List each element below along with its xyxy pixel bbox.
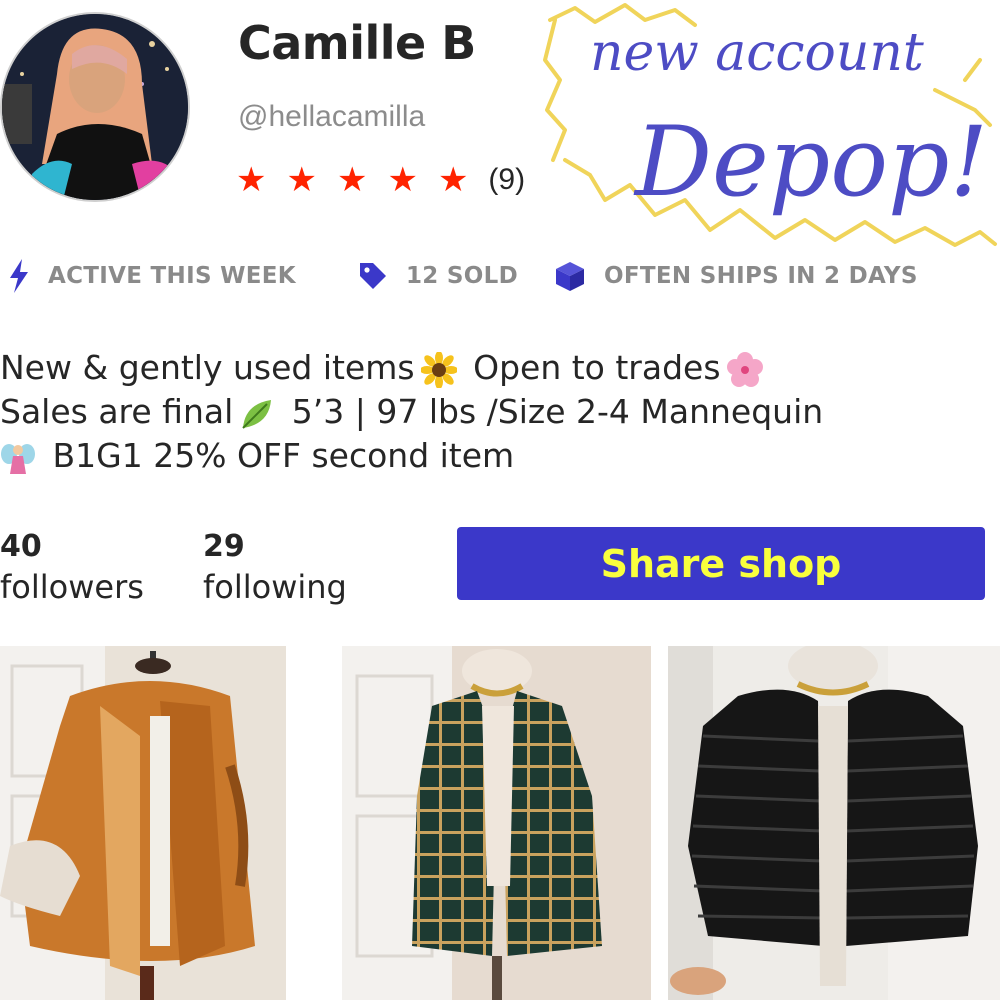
bio-text: 5’3 | 97 lbs /Size 2-4 Mannequin bbox=[291, 392, 824, 431]
cherry-blossom-emoji bbox=[726, 351, 763, 387]
profile-avatar[interactable] bbox=[0, 12, 190, 202]
badge-shipping-label: OFTEN SHIPS IN 2 DAYS bbox=[604, 263, 918, 289]
profile-handle: @hellacamilla bbox=[238, 100, 426, 133]
product-tile[interactable] bbox=[342, 646, 651, 1000]
bio-text: Sales are final bbox=[0, 392, 234, 431]
bio-text: Open to trades bbox=[473, 348, 721, 387]
tag-icon bbox=[360, 263, 386, 289]
badge-shipping: OFTEN SHIPS IN 2 DAYS bbox=[554, 256, 918, 296]
avatar-photo bbox=[2, 14, 188, 200]
profile-name: Camille B bbox=[238, 16, 476, 70]
badge-active-label: ACTIVE THIS WEEK bbox=[48, 263, 296, 289]
lightning-icon bbox=[10, 259, 28, 293]
leaf-emoji bbox=[242, 399, 272, 429]
following-stat[interactable]: 29 following bbox=[203, 530, 347, 610]
sticker-line-1: new account bbox=[590, 23, 924, 83]
followers-stat[interactable]: 40 followers bbox=[0, 530, 144, 610]
rating-count: (9) bbox=[488, 163, 526, 196]
bio-line: New & gently used items Open to trades bbox=[0, 346, 1000, 390]
followers-label: followers bbox=[0, 568, 144, 606]
star-icon: ★ bbox=[236, 161, 267, 199]
badge-sold: 12 SOLD bbox=[358, 256, 518, 296]
badge-active: ACTIVE THIS WEEK bbox=[8, 256, 296, 296]
bio-text: New & gently used items bbox=[0, 348, 415, 387]
share-shop-button[interactable]: Share shop bbox=[457, 527, 985, 600]
following-count: 29 bbox=[203, 529, 245, 564]
star-icon: ★ bbox=[437, 161, 469, 199]
badge-sold-label: 12 SOLD bbox=[406, 263, 518, 289]
seller-badges: ACTIVE THIS WEEK 12 SOLD OFTEN SHIPS IN … bbox=[0, 256, 1000, 296]
fairy-emoji bbox=[1, 443, 35, 474]
box-icon bbox=[556, 262, 584, 291]
bio-line: B1G1 25% OFF second item bbox=[0, 434, 1000, 478]
sticker-line-2: Depop! bbox=[633, 106, 988, 218]
product-image-faux-fur-jacket bbox=[668, 646, 1000, 1000]
star-icon: ★ bbox=[336, 161, 368, 199]
following-label: following bbox=[203, 568, 347, 606]
product-image-plaid-coat bbox=[342, 646, 651, 1000]
product-tile[interactable] bbox=[0, 646, 286, 1000]
rating[interactable]: ★ ★ ★ ★ ★ (9) bbox=[236, 160, 525, 200]
bio-text: B1G1 25% OFF second item bbox=[52, 436, 515, 475]
product-image-fur-coat bbox=[0, 646, 286, 1000]
followers-count: 40 bbox=[0, 529, 42, 564]
new-account-sticker: new account Depop! bbox=[543, 3, 997, 247]
profile-bio: New & gently used items Open to trades S… bbox=[0, 346, 1000, 478]
star-icon: ★ bbox=[286, 161, 317, 199]
product-tile[interactable] bbox=[668, 646, 1000, 1000]
sunflower-emoji bbox=[420, 351, 457, 388]
bio-line: Sales are final 5’3 | 97 lbs /Size 2-4 M… bbox=[0, 390, 1000, 434]
star-icon: ★ bbox=[387, 161, 418, 199]
